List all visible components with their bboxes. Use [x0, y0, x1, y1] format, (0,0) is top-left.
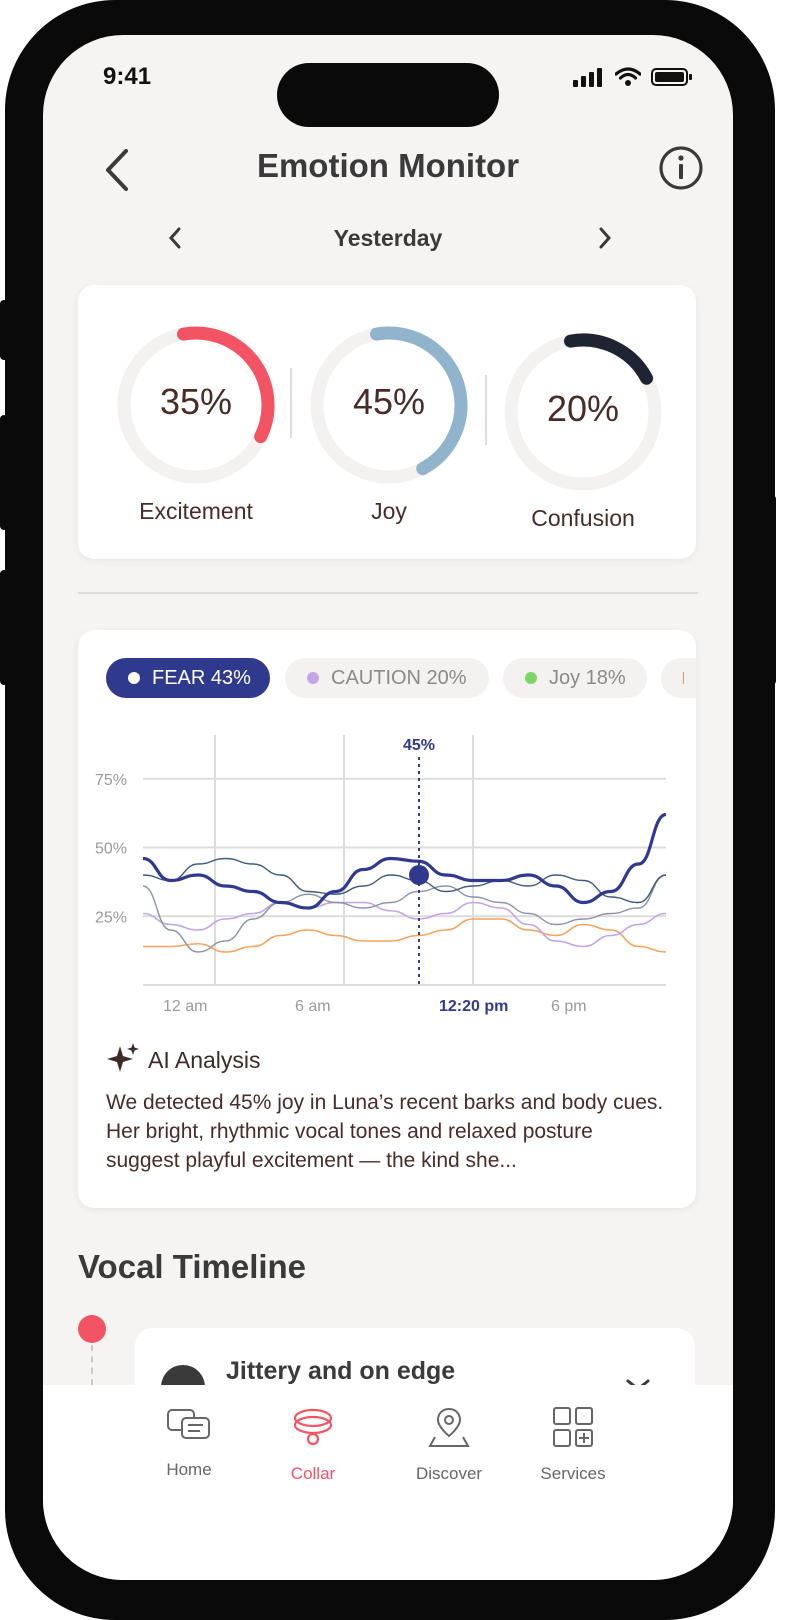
series-line [142, 812, 667, 910]
x-tick-label: 6 am [295, 998, 331, 1015]
chip-dot [525, 672, 537, 684]
y-tick-label: 25% [95, 909, 127, 926]
chip-dot [128, 672, 140, 684]
divider [485, 375, 487, 445]
timeline-item-title: Jittery and on edge [226, 1357, 456, 1385]
x-tick-label: 12:20 pm [439, 998, 508, 1015]
y-tick-label: 50% [95, 841, 127, 858]
series-line [142, 857, 667, 904]
ring-label: Confusion [531, 505, 635, 531]
grid-plus-icon [553, 1407, 593, 1447]
map-pin-icon [428, 1407, 470, 1447]
chip-fear[interactable]: FEAR 43% [106, 658, 270, 698]
signal-icon [573, 68, 602, 87]
date-label: Yesterday [333, 225, 443, 251]
chip-label: Joy 18% [549, 666, 626, 689]
collar-icon [293, 1408, 333, 1446]
ring-label: Excitement [139, 498, 253, 524]
tab-services[interactable]: Services [513, 1405, 633, 1484]
chip-label: FEAR 43% [152, 666, 251, 689]
timeline-connector [91, 1345, 93, 1385]
chip-caution[interactable]: CAUTION 20% [285, 658, 489, 698]
screen: 9:41 Emotion Monitor Yesterday 35% Excit… [43, 35, 733, 1580]
x-tick-label: 12 am [163, 998, 207, 1015]
timeline-dot [78, 1315, 106, 1343]
status-time: 9:41 [103, 63, 152, 90]
ring-value: 35% [159, 381, 233, 422]
tab-label: Services [540, 1464, 606, 1483]
ring-label: Joy [371, 498, 407, 524]
tab-collar[interactable]: Collar [253, 1405, 373, 1484]
section-divider [78, 592, 698, 594]
ring-value: 45% [352, 381, 426, 422]
home-chat-icon [167, 1409, 210, 1439]
x-tick-label: 6 pm [551, 998, 587, 1015]
emotion-line-chart: 75% 50% 25% 12 am 6 am 12:20 pm 6 pm 45% [95, 735, 667, 1015]
tab-label: Collar [290, 1464, 336, 1483]
wifi-icon [615, 67, 641, 86]
tab-label: Home [166, 1460, 212, 1479]
chip-dot [683, 672, 684, 684]
divider [290, 368, 292, 438]
side-button [0, 415, 8, 530]
section-title: Vocal Timeline [78, 1248, 307, 1285]
info-icon[interactable] [658, 145, 704, 191]
y-tick-label: 75% [95, 772, 127, 789]
chip-dot [307, 672, 319, 684]
ai-analysis-title: AI Analysis [148, 1047, 261, 1073]
battery-icon [651, 68, 692, 86]
sparkle-icon [107, 1043, 139, 1072]
tab-label: Discover [415, 1464, 483, 1483]
chip-label: CAUTION 20% [331, 666, 467, 689]
dynamic-island [277, 63, 499, 127]
side-button [0, 570, 8, 685]
status-icons [573, 67, 693, 87]
side-button [768, 495, 776, 685]
series-line [143, 918, 667, 953]
side-button [0, 300, 8, 360]
page-title: Emotion Monitor [256, 147, 520, 184]
date-next-chevron-icon[interactable] [595, 223, 615, 253]
tab-discover[interactable]: Discover [389, 1405, 509, 1484]
tab-bar: Home Collar Discover Services [43, 1385, 733, 1580]
highlight-label: 45% [403, 737, 435, 754]
tab-home[interactable]: Home [129, 1405, 249, 1480]
ring-value: 20% [546, 388, 620, 429]
chip-more[interactable] [661, 658, 696, 698]
ai-analysis-text: We detected 45% joy in Luna’s recent bar… [106, 1091, 664, 1172]
chip-joy[interactable]: Joy 18% [503, 658, 647, 698]
highlight-point [409, 865, 429, 885]
